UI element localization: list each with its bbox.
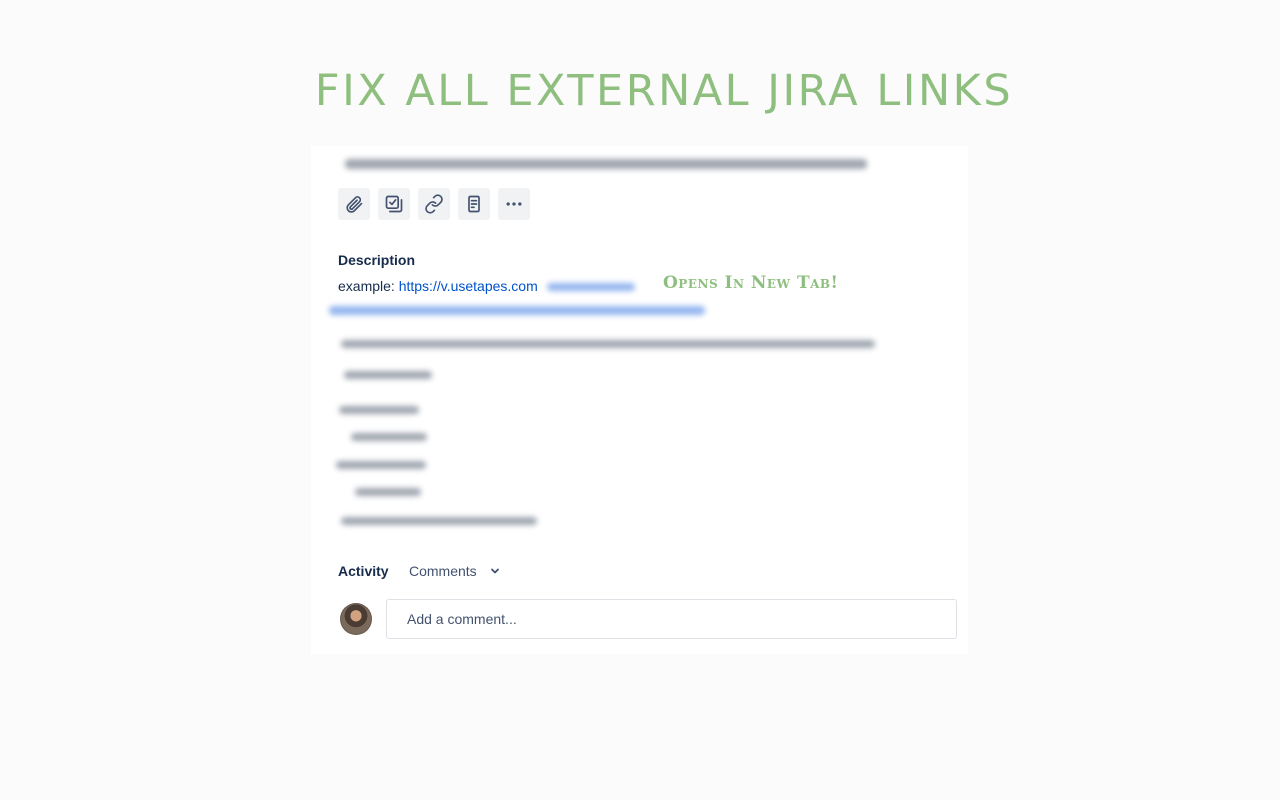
redacted-text-line <box>336 461 426 469</box>
redacted-text-line <box>341 517 537 525</box>
activity-label: Activity <box>338 563 389 579</box>
more-button[interactable] <box>498 188 530 220</box>
checklist-icon <box>385 195 403 213</box>
link-icon <box>425 194 443 214</box>
external-link[interactable]: https://v.usetapes.com <box>399 278 538 294</box>
redacted-text-line <box>355 488 421 496</box>
redacted-link-tail <box>547 283 635 291</box>
description-prefix: example: <box>338 278 399 294</box>
child-issue-button[interactable] <box>378 188 410 220</box>
opens-new-tab-annotation: Opens In New Tab! <box>663 273 839 293</box>
redacted-issue-title <box>345 159 867 169</box>
attach-button[interactable] <box>338 188 370 220</box>
add-page-button[interactable] <box>458 188 490 220</box>
redacted-text-line <box>344 371 432 379</box>
activity-filter-value: Comments <box>409 563 477 579</box>
more-icon <box>506 202 522 206</box>
avatar <box>340 603 372 635</box>
paperclip-icon <box>346 196 363 213</box>
redacted-text-line <box>339 406 419 414</box>
link-issue-button[interactable] <box>418 188 450 220</box>
page-headline: FIX ALL EXTERNAL JIRA LINKS <box>314 66 1014 116</box>
page-icon <box>468 195 480 213</box>
description-label: Description <box>338 252 416 268</box>
redacted-text-line <box>351 433 427 441</box>
chevron-down-icon <box>490 568 499 574</box>
redacted-link-line <box>329 306 705 315</box>
add-comment-input[interactable] <box>386 599 957 639</box>
redacted-text-line <box>341 340 875 348</box>
activity-filter-dropdown[interactable]: Comments <box>409 563 501 579</box>
issue-card: Description example: https://v.usetapes.… <box>311 146 968 654</box>
issue-toolbar <box>338 188 530 220</box>
description-first-line: example: https://v.usetapes.com <box>338 278 538 294</box>
